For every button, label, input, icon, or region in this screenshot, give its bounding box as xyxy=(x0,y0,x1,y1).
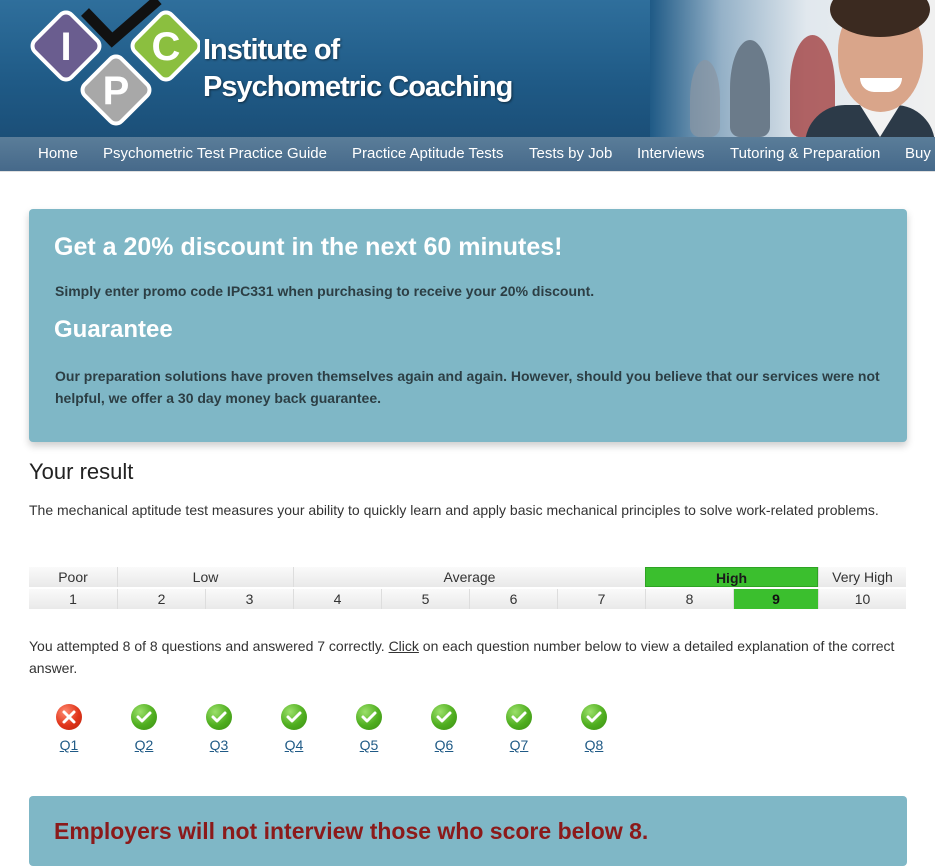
question-item[interactable]: Q5 xyxy=(354,704,384,753)
question-link-q4[interactable]: Q4 xyxy=(279,737,309,753)
question-link-q2[interactable]: Q2 xyxy=(129,737,159,753)
attempt-text: You attempted 8 of 8 questions and answe… xyxy=(29,638,385,654)
attempt-summary: You attempted 8 of 8 questions and answe… xyxy=(29,635,909,679)
score-cell-9-active: 9 xyxy=(733,589,818,609)
nav-interviews[interactable]: Interviews xyxy=(637,137,705,171)
score-cell-1: 1 xyxy=(29,589,117,609)
score-cell-6: 6 xyxy=(469,589,557,609)
nav-tutoring[interactable]: Tutoring & Preparation xyxy=(730,137,880,171)
check-icon xyxy=(356,704,382,730)
question-link-q3[interactable]: Q3 xyxy=(204,737,234,753)
score-cell-8: 8 xyxy=(645,589,733,609)
check-icon xyxy=(281,704,307,730)
question-item[interactable]: Q7 xyxy=(504,704,534,753)
question-link-q8[interactable]: Q8 xyxy=(579,737,609,753)
ipc-logo[interactable]: I C P xyxy=(30,0,200,130)
main-nav: Home Psychometric Test Practice Guide Pr… xyxy=(0,137,935,172)
site-header: I C P Institute of Psychometric Coaching xyxy=(0,0,935,137)
promo-box: Get a 20% discount in the next 60 minute… xyxy=(29,209,907,442)
score-cell-3: 3 xyxy=(205,589,293,609)
question-item[interactable]: Q2 xyxy=(129,704,159,753)
score-cell-10: 10 xyxy=(818,589,906,609)
nav-buy[interactable]: Buy xyxy=(905,137,931,171)
band-very-high: Very High xyxy=(818,567,906,587)
brand-line-2: Psychometric Coaching xyxy=(203,71,513,103)
background-person xyxy=(730,40,770,137)
question-link-q5[interactable]: Q5 xyxy=(354,737,384,753)
cross-icon xyxy=(56,704,82,730)
guarantee-text: Our preparation solutions have proven th… xyxy=(55,368,880,406)
question-item[interactable]: Q4 xyxy=(279,704,309,753)
band-low: Low xyxy=(117,567,293,587)
site-brand[interactable]: Institute of Psychometric Coaching xyxy=(203,32,513,106)
question-link-q7[interactable]: Q7 xyxy=(504,737,534,753)
question-item[interactable]: Q8 xyxy=(579,704,609,753)
check-icon xyxy=(506,704,532,730)
question-link-q1[interactable]: Q1 xyxy=(54,737,84,753)
band-high: High xyxy=(645,567,818,587)
score-cell-4: 4 xyxy=(293,589,381,609)
question-item[interactable]: Q6 xyxy=(429,704,459,753)
click-link[interactable]: Click xyxy=(389,638,419,654)
nav-tests-by-job[interactable]: Tests by Job xyxy=(529,137,612,171)
check-icon xyxy=(206,704,232,730)
band-poor: Poor xyxy=(29,567,117,587)
logo-letter-p: P xyxy=(103,69,130,113)
result-intro: The mechanical aptitude test measures yo… xyxy=(29,502,879,518)
check-icon xyxy=(581,704,607,730)
question-item[interactable]: Q1 xyxy=(54,704,84,753)
result-title: Your result xyxy=(29,459,134,484)
logo-letter-i: I xyxy=(60,25,71,69)
check-icon xyxy=(131,704,157,730)
score-cell-2: 2 xyxy=(117,589,205,609)
question-item[interactable]: Q3 xyxy=(204,704,234,753)
check-icon xyxy=(431,704,457,730)
question-link-q6[interactable]: Q6 xyxy=(429,737,459,753)
guarantee-title: Guarantee xyxy=(54,316,173,343)
logo-letter-c: C xyxy=(152,25,181,69)
score-cell-5: 5 xyxy=(381,589,469,609)
band-average: Average xyxy=(293,567,645,587)
nav-practice-aptitude[interactable]: Practice Aptitude Tests xyxy=(352,137,503,171)
nav-home[interactable]: Home xyxy=(38,137,78,171)
background-person xyxy=(690,60,720,137)
score-cell-7: 7 xyxy=(557,589,645,609)
promo-title: Get a 20% discount in the next 60 minute… xyxy=(54,233,563,261)
employer-note-box: Employers will not interview those who s… xyxy=(29,796,907,866)
score-scale: Poor Low Average High Very High 1 2 3 4 … xyxy=(29,567,906,609)
employer-note: Employers will not interview those who s… xyxy=(54,818,649,844)
nav-psychometric-guide[interactable]: Psychometric Test Practice Guide xyxy=(103,137,327,171)
promo-code-text: Simply enter promo code IPC331 when purc… xyxy=(55,283,595,299)
brand-line-1: Institute of xyxy=(203,34,340,66)
